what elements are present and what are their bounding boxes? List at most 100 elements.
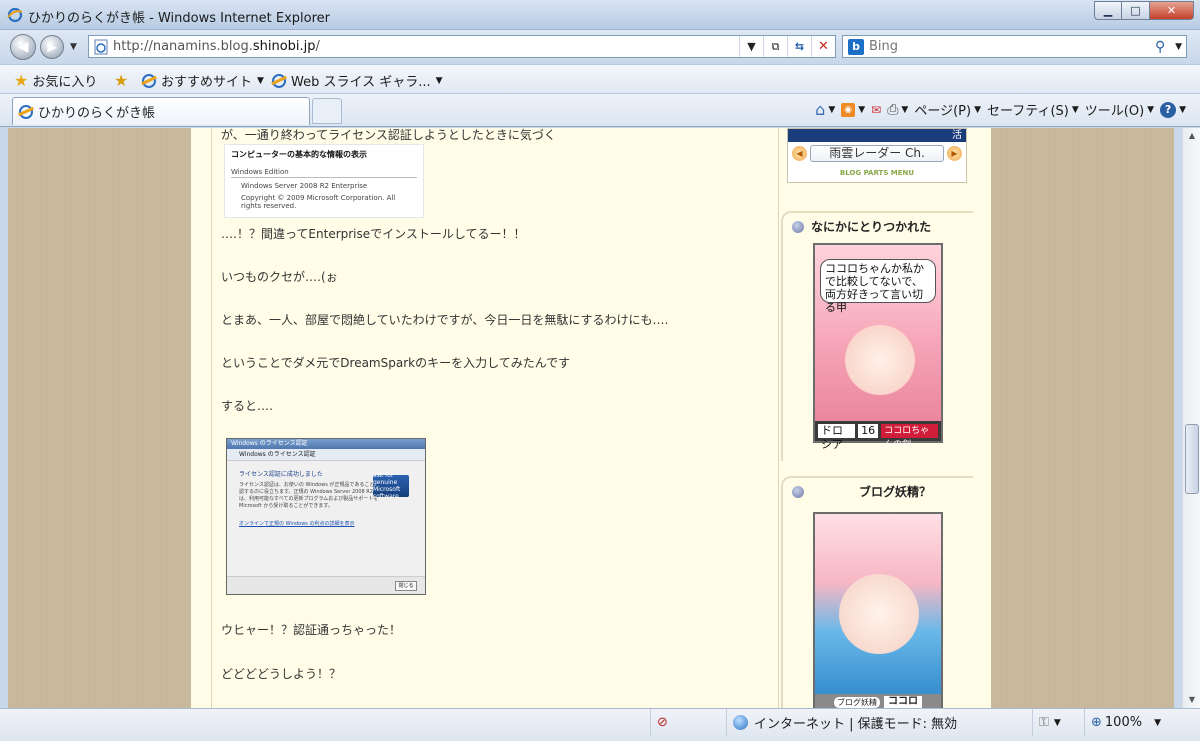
url-suffix: / [315,39,320,54]
popup-blocker-button[interactable]: ⚿ ▼ [1032,709,1084,736]
character-level: 16 [858,424,879,438]
stop-icon: ✕ [818,39,829,54]
history-dropdown[interactable]: ▼ [70,42,77,52]
address-bar[interactable]: http://nanamins.blog.shinobi.jp/ ▼ ⧉ ⇆ ✕ [88,35,836,58]
arrow-left-icon: ◀ [17,39,29,55]
screenshot-system-info[interactable]: コンピューターの基本的な情報の表示 Windows Edition Window… [224,144,424,218]
favorite-item-label: おすすめサイト [161,75,253,90]
post-line: どどどどうしよう！？ [221,667,342,681]
widget-header: 活 [788,129,966,142]
maximize-button[interactable]: □ [1122,1,1150,20]
url-text[interactable]: http://nanamins.blog.shinobi.jp/ [113,39,739,54]
fairy-name: ココロ [884,696,922,708]
blog-page: が、一通り終わってライセンス認証しようとしたときに気づく コンピューターの基本的… [191,128,991,708]
privacy-icon: ⊘ [657,715,668,730]
bullet-icon [792,220,804,233]
page-menu[interactable]: ページ(P) ▼ [914,100,981,119]
prev-arrow-icon[interactable]: ◀ [792,146,807,161]
search-box[interactable]: b ⚲ ▼ [842,35,1187,58]
character-card[interactable]: ココロちゃんか私かで比較してないで、両方好きって言い切る甲 ドロシア 16 ココ… [813,243,943,451]
search-options-dropdown[interactable]: ▼ [1175,42,1182,52]
dialog-body: ライセンス認証は、お使いの Windows が正規品であることを確認するのに役立… [239,482,385,509]
screenshot-activation-dialog[interactable]: Windows のライセンス認証 Windows のライセンス認証 ライセンス認… [226,438,426,595]
home-icon: ⌂ [815,100,826,119]
chevron-down-icon: ▼ [828,104,836,115]
sidebar: 活 ◀ 雨雲レーダー Ch. ▶ BLOG PARTS MENU なにかにとりつ… [781,128,981,708]
compatibility-view-button[interactable]: ⧉ [763,36,787,57]
refresh-button[interactable]: ⇆ [787,36,811,57]
post-line: とまあ、一人、部屋で悶絶していたわけですが、今日一日を無駄にするわけにも‥‥ [221,313,669,327]
chevron-down-icon: ▼ [1154,717,1161,728]
dialog-footer: 閉じる [227,576,425,594]
mail-icon: ✉ [871,102,882,117]
vertical-scrollbar[interactable]: ▲ ▼ [1182,128,1200,708]
zoom-icon: ⊕ [1091,715,1102,730]
dialog-close-button: 閉じる [395,581,417,591]
favorite-item-web-slice-gallery[interactable]: Web スライス ギャラ... ▼ [272,71,443,90]
new-tab-button[interactable] [312,98,342,124]
tools-menu[interactable]: ツール(O) ▼ [1085,100,1154,119]
arrow-right-icon: ▶ [47,40,57,54]
favorites-label: お気に入り [32,75,98,90]
radar-channel-label[interactable]: 雨雲レーダー Ch. [810,145,944,162]
read-mail-button[interactable]: ✉ [871,103,881,117]
favorites-button[interactable]: ★ お気に入り [14,71,97,90]
fairy-card[interactable]: ブログ妖精 ココロ [813,512,943,708]
ie-logo-icon [7,7,23,23]
post-line: ということでダメ元でDreamSparkのキーを入力してみたんです [221,356,571,370]
feeds-button[interactable]: ◉ ▼ [841,102,866,117]
zone-text: インターネット | 保護モード: 無効 [754,717,958,732]
bing-icon: b [848,38,864,55]
ie-page-icon [19,104,33,119]
status-bar: ⊘ インターネット | 保護モード: 無効 ⚿ ▼ ⊕ 100% ▼ [0,708,1200,741]
shot-copyright: Copyright © 2009 Microsoft Corporation. … [241,194,396,210]
scroll-up-button[interactable]: ▲ [1185,128,1199,144]
box-title: ブログ妖精？ [859,485,932,499]
chevron-down-icon: ▼ [858,104,866,115]
speech-bubble: ココロちゃんか私かで比較してないで、両方好きって言い切る甲 [820,259,936,314]
home-button[interactable]: ⌂ ▼ [815,100,835,119]
url-domain: shinobi.jp [252,39,316,54]
favorite-item-label: Web スライス ギャラ... [291,75,431,90]
compatibility-icon: ⧉ [771,39,780,53]
navigation-bar: ◀ ▶ ▼ http://nanamins.blog.shinobi.jp/ ▼… [0,30,1200,64]
dialog-header: Windows のライセンス認証 [227,449,425,461]
page-icon [94,39,108,54]
address-dropdown[interactable]: ▼ [739,36,763,57]
character-tag: ココロちゃんの剣 [881,424,938,450]
blog-parts-menu-link[interactable]: BLOG PARTS MENU [788,169,966,177]
post-line: ‥‥！？間違ってEnterpriseでインストールしてるー！！ [221,227,526,241]
privacy-report-button[interactable]: ⊘ [650,709,726,736]
chevron-down-icon: ▼ [1179,104,1186,115]
next-arrow-icon[interactable]: ▶ [947,146,962,161]
help-button[interactable]: ? ▼ [1160,101,1186,118]
fairy-label: ブログ妖精 [834,696,880,708]
tab-active[interactable]: ひかりのらくがき帳 [12,97,310,125]
scroll-thumb[interactable] [1185,424,1199,494]
favorite-item-recommended-sites[interactable]: おすすめサイト ▼ [142,71,264,90]
character-name: ドロシア [818,424,856,451]
scroll-down-button[interactable]: ▼ [1185,692,1199,708]
character-face [845,325,915,395]
close-button[interactable]: ✕ [1150,1,1194,20]
minimize-button[interactable]: ▁ [1094,1,1122,20]
search-input[interactable] [869,39,1146,54]
post-line: が、一通り終わってライセンス認証しようとしたときに気づく [221,128,556,142]
print-button[interactable]: ⎙ ▼ [887,102,908,118]
forward-button[interactable]: ▶ [40,35,64,59]
post-line: すると‥‥ [221,399,274,413]
back-button[interactable]: ◀ [10,34,36,60]
bullet-icon [792,485,804,498]
printer-icon: ⎙ [887,101,899,118]
zoom-button[interactable]: ⊕ 100% ▼ [1084,709,1180,736]
search-icon[interactable]: ⚲ [1145,39,1175,55]
tab-bar: ひかりのらくがき帳 ⌂ ▼ ◉ ▼ ✉ ⎙ ▼ ページ(P) ▼ セーフティ(S) ▼ ツ… [0,94,1200,127]
help-icon: ? [1160,101,1177,118]
add-to-favorites-bar-button[interactable]: ★ [114,71,132,90]
post-line: ウヒャー！？認証通っちゃった！ [221,623,402,637]
security-zone[interactable]: インターネット | 保護モード: 無効 [726,709,1032,736]
tools-menu-label: ツール(O) [1084,104,1145,119]
stop-button[interactable]: ✕ [811,36,835,57]
favorites-bar: ★ お気に入り ★ おすすめサイト ▼ Web スライス ギャラ... ▼ [0,64,1200,94]
safety-menu[interactable]: セーフティ(S) ▼ [987,100,1079,119]
